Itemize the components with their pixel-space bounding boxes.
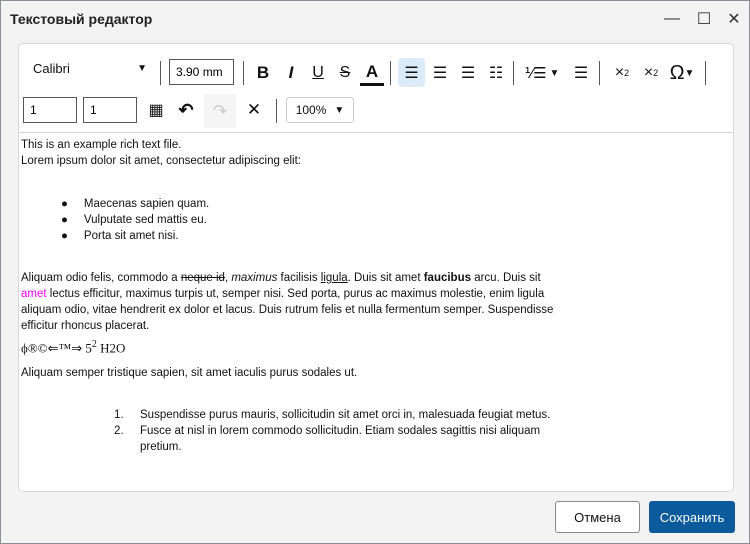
cancel-button[interactable]: Отмена <box>555 501 640 533</box>
align-center-icon[interactable]: ☰ <box>427 60 453 86</box>
undo-icon[interactable]: ↶ <box>173 97 199 123</box>
table-rows-input[interactable]: 1 <box>23 97 77 123</box>
font-select[interactable]: Calibri ▼ <box>25 55 155 81</box>
chevron-down-icon: ▼ <box>137 62 147 74</box>
bold-icon[interactable]: B <box>251 60 275 86</box>
align-right-icon[interactable]: ☰ <box>455 60 481 86</box>
bullet-item: ● Vulputate sed mattis eu. <box>61 214 207 226</box>
chevron-down-icon: ▼ <box>334 104 345 116</box>
document-editor[interactable]: This is an example rich text file. Lorem… <box>19 132 733 491</box>
text-color-icon[interactable]: A <box>360 60 384 86</box>
zoom-value: 100% <box>295 103 327 117</box>
paragraph-line: amet lectus efficitur, maximus turpis ut… <box>21 288 545 300</box>
maximize-icon[interactable]: ☐ <box>691 7 717 31</box>
subscript-icon[interactable]: × 2 <box>609 60 635 86</box>
italic-icon[interactable]: I <box>279 60 303 86</box>
table-cols-input[interactable]: 1 <box>83 97 137 123</box>
numbered-list-icon[interactable]: ⅟☰ ▼ <box>521 60 563 86</box>
paragraph-line: aliquam odio, vitae hendrerit ex dolor e… <box>21 304 554 316</box>
align-left-icon[interactable]: ☰ <box>398 58 425 87</box>
bullet-item: ● Maecenas sapien quam. <box>61 198 210 210</box>
window-title: Текстовый редактор <box>10 11 153 27</box>
justify-icon[interactable]: ☷ <box>483 60 509 86</box>
paragraph-line: efficitur rhoncus placerat. <box>21 320 150 332</box>
symbols-line: ϕ®©⇐™⇒ 52 H2O <box>21 339 126 356</box>
editor-panel: Calibri ▼ 3.90 mm B I U S A ☰ ☰ ☰ ☷ ⅟☰ ▼ ☰… <box>18 43 734 492</box>
zoom-select[interactable]: 100% ▼ <box>286 97 354 123</box>
numbered-item: 2. Fusce at nisl in lorem commodo sollici… <box>114 425 541 438</box>
superscript-icon[interactable]: × 2 <box>638 60 664 86</box>
divider <box>276 99 277 123</box>
divider <box>390 61 391 85</box>
text-line: Lorem ipsum dolor sit amet, consectetur … <box>21 155 301 167</box>
save-button[interactable]: Сохранить <box>649 501 735 533</box>
divider <box>160 61 161 85</box>
font-value: Calibri <box>33 60 70 76</box>
text-line: Aliquam semper tristique sapien, sit ame… <box>21 367 358 380</box>
numbered-item-continuation: pretium. <box>140 441 182 454</box>
bullet-list-icon[interactable]: ☰ <box>569 60 593 86</box>
clear-format-icon[interactable]: ✕ <box>241 97 267 123</box>
redo-icon[interactable]: ↷ <box>204 94 236 128</box>
minimize-icon[interactable]: — <box>659 7 685 31</box>
bullet-item: ● Porta sit amet nisi. <box>61 230 179 242</box>
divider <box>513 61 514 85</box>
underline-icon[interactable]: U <box>306 60 330 86</box>
font-size-input[interactable]: 3.90 mm <box>169 59 234 85</box>
close-icon[interactable]: ✕ <box>721 7 747 31</box>
divider <box>243 61 244 85</box>
toolbar-row-2: 1 1 ▦ ↶ ↷ ✕ 100% ▼ <box>19 94 733 131</box>
paragraph-line: Aliquam odio felis, commodo a neque id, … <box>21 272 541 284</box>
toolbar-row-1: Calibri ▼ 3.90 mm B I U S A ☰ ☰ ☰ ☷ ⅟☰ ▼ ☰… <box>19 55 733 91</box>
divider <box>705 61 706 85</box>
divider <box>599 61 600 85</box>
strikethrough-icon[interactable]: S <box>333 60 357 86</box>
insert-table-icon[interactable]: ▦ <box>143 97 169 123</box>
numbered-item: 1. Suspendisse purus mauris, sollicitudin… <box>114 409 551 422</box>
text-line: This is an example rich text file. <box>21 139 182 151</box>
title-bar: Текстовый редактор — ☐ ✕ <box>1 1 749 37</box>
special-char-icon[interactable]: Ω ▼ <box>664 60 700 86</box>
